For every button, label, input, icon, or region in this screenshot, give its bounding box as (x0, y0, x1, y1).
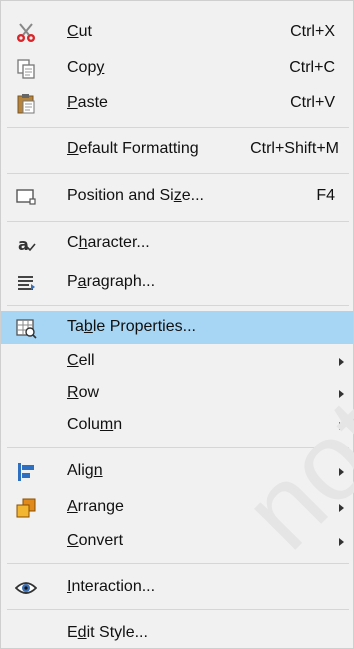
menu-item-label: Interaction... (67, 578, 156, 595)
menu-item-convert[interactable]: Convert (1, 526, 353, 557)
menu-item-label: Arrange (67, 498, 124, 515)
table-properties-icon (15, 317, 37, 339)
menu-item-character[interactable]: a Character... (1, 228, 353, 259)
context-menu: Cut Ctrl+X Copy Ctrl+C Paste Ctrl+V Defa… (0, 0, 354, 649)
submenu-arrow-icon (339, 358, 344, 366)
menu-item-interaction[interactable]: Interaction... (1, 572, 353, 603)
menu-item-label: Position and Size... (67, 187, 204, 204)
shortcut-label: Ctrl+V (290, 94, 335, 111)
submenu-arrow-icon (339, 422, 344, 430)
menu-item-edit-style[interactable]: Edit Style... (1, 618, 353, 649)
menu-separator (7, 609, 349, 610)
shortcut-label: Ctrl+C (289, 59, 335, 76)
menu-item-label: Character... (67, 234, 150, 251)
menu-item-row[interactable]: Row (1, 378, 353, 409)
menu-item-position-size[interactable]: Position and Size... F4 (1, 181, 353, 212)
menu-item-paragraph[interactable]: Paragraph... (1, 267, 353, 298)
scissors-icon (15, 22, 37, 44)
menu-item-cell[interactable]: Cell (1, 346, 353, 377)
menu-item-label: Cell (67, 352, 95, 369)
interaction-icon (15, 577, 37, 599)
submenu-arrow-icon (339, 390, 344, 398)
menu-item-label: Paste (67, 94, 108, 111)
menu-separator (7, 127, 349, 128)
paragraph-icon (15, 272, 37, 294)
menu-separator (7, 447, 349, 448)
menu-item-label: Align (67, 462, 103, 479)
menu-separator (7, 173, 349, 174)
copy-icon (15, 58, 37, 80)
arrange-icon (15, 497, 37, 519)
menu-item-label: Paragraph... (67, 273, 156, 290)
menu-item-table-properties[interactable]: Table Properties... (1, 311, 353, 344)
menu-item-column[interactable]: Column (1, 410, 353, 441)
menu-item-paste[interactable]: Paste Ctrl+V (1, 88, 353, 119)
menu-item-copy[interactable]: Copy Ctrl+C (1, 53, 353, 84)
menu-item-label: Row (67, 384, 100, 401)
align-icon (15, 461, 37, 483)
menu-item-default-formatting[interactable]: Default Formatting Ctrl+Shift+M (1, 134, 353, 165)
paste-icon (15, 93, 37, 115)
menu-item-label: Cut (67, 23, 92, 40)
menu-item-arrange[interactable]: Arrange (1, 492, 353, 523)
shortcut-label: Ctrl+X (290, 23, 335, 40)
svg-text:a: a (18, 235, 29, 254)
menu-separator (7, 221, 349, 222)
menu-item-label: Column (67, 416, 123, 433)
menu-item-label: Convert (67, 532, 124, 549)
shortcut-label: Ctrl+Shift+M (250, 140, 339, 157)
character-icon: a (15, 233, 37, 255)
shortcut-label: F4 (316, 187, 335, 204)
submenu-arrow-icon (339, 468, 344, 476)
menu-item-align[interactable]: Align (1, 456, 353, 487)
menu-item-label: Default Formatting (67, 140, 199, 157)
menu-item-cut[interactable]: Cut Ctrl+X (1, 17, 353, 48)
menu-separator (7, 563, 349, 564)
menu-item-label: Edit Style... (67, 624, 148, 641)
submenu-arrow-icon (339, 538, 344, 546)
menu-item-label: Table Properties... (67, 318, 196, 335)
submenu-arrow-icon (339, 504, 344, 512)
menu-separator (7, 305, 349, 306)
position-size-icon (15, 186, 37, 208)
menu-item-label: Copy (67, 59, 105, 76)
